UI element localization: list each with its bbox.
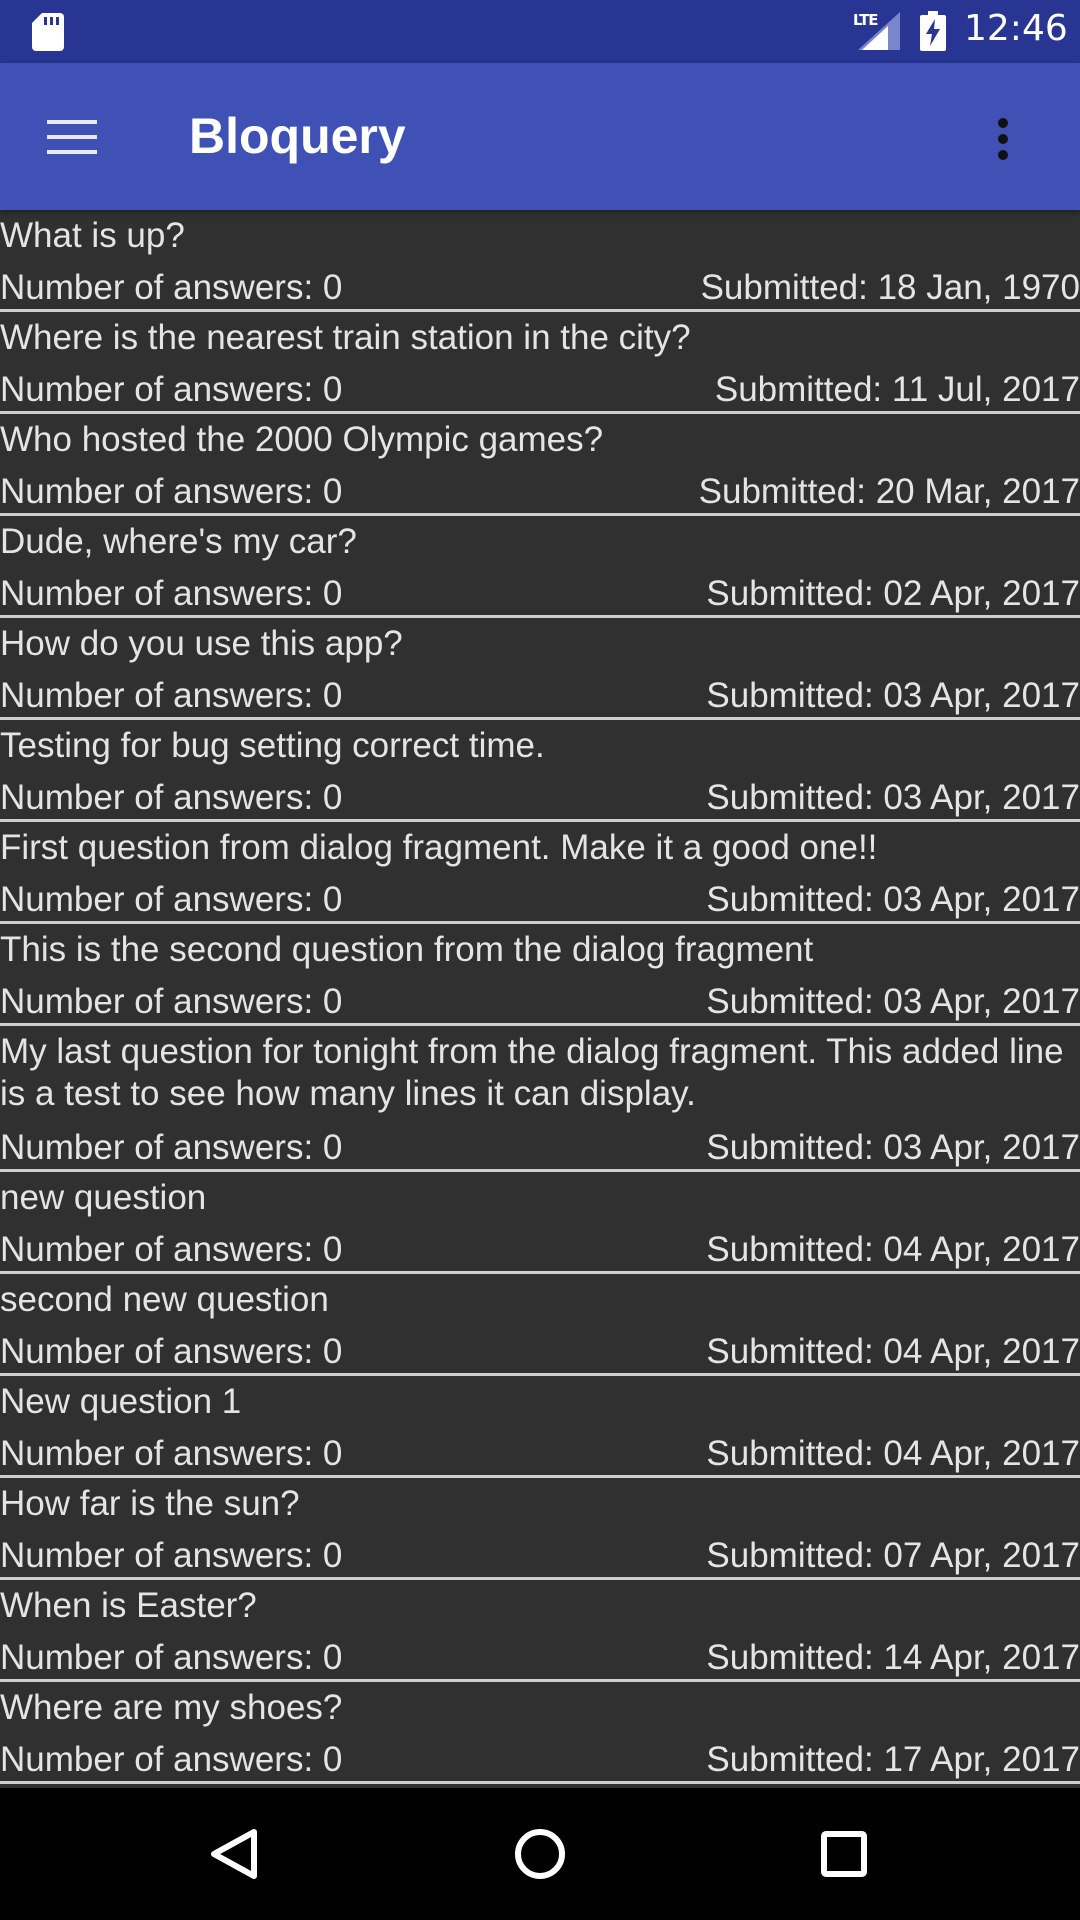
answer-count: Number of answers: 0 bbox=[0, 472, 343, 511]
app-bar: Bloquery bbox=[0, 63, 1080, 210]
overflow-menu-button[interactable] bbox=[980, 102, 1030, 172]
status-bar: LTE 12:46 bbox=[0, 0, 1080, 63]
submitted-date: Submitted: 03 Apr, 2017 bbox=[706, 982, 1080, 1021]
question-item[interactable]: Where is the nearest train station in th… bbox=[0, 312, 1080, 414]
clock: 12:46 bbox=[964, 8, 1068, 49]
answer-count: Number of answers: 0 bbox=[0, 574, 343, 613]
submitted-date: Submitted: 04 Apr, 2017 bbox=[706, 1434, 1080, 1473]
submitted-date: Submitted: 07 Apr, 2017 bbox=[706, 1536, 1080, 1575]
question-item[interactable]: Where are my shoes? Number of answers: 0… bbox=[0, 1682, 1080, 1784]
home-button[interactable] bbox=[500, 1814, 580, 1894]
question-item[interactable]: When is Easter? Number of answers: 0 Sub… bbox=[0, 1580, 1080, 1682]
question-text: Where is the nearest train station in th… bbox=[0, 318, 691, 357]
answer-count: Number of answers: 0 bbox=[0, 1332, 343, 1371]
answer-count: Number of answers: 0 bbox=[0, 1536, 343, 1575]
question-text: new question bbox=[0, 1178, 207, 1217]
answer-count: Number of answers: 0 bbox=[0, 880, 343, 919]
battery-charging-icon bbox=[920, 11, 946, 51]
question-text: This is the second question from the dia… bbox=[0, 930, 814, 969]
app-title: Bloquery bbox=[189, 108, 406, 164]
answer-count: Number of answers: 0 bbox=[0, 778, 343, 817]
submitted-date: Submitted: 04 Apr, 2017 bbox=[706, 1230, 1080, 1269]
question-item[interactable]: new question Number of answers: 0 Submit… bbox=[0, 1172, 1080, 1274]
question-text: Who hosted the 2000 Olympic games? bbox=[0, 420, 604, 459]
submitted-date: Submitted: 11 Jul, 2017 bbox=[714, 370, 1080, 409]
answer-count: Number of answers: 0 bbox=[0, 982, 343, 1021]
answer-count: Number of answers: 0 bbox=[0, 268, 343, 307]
question-item[interactable]: First question from dialog fragment. Mak… bbox=[0, 822, 1080, 924]
question-list[interactable]: What is up? Number of answers: 0 Submitt… bbox=[0, 210, 1080, 1788]
question-text: What is up? bbox=[0, 216, 185, 255]
question-text: My last question for tonight from the di… bbox=[0, 1032, 1064, 1113]
answer-count: Number of answers: 0 bbox=[0, 1128, 343, 1167]
sd-card-icon bbox=[32, 13, 64, 51]
navigation-bar bbox=[0, 1788, 1080, 1920]
question-text: How far is the sun? bbox=[0, 1484, 300, 1523]
question-item[interactable]: How do you use this app? Number of answe… bbox=[0, 618, 1080, 720]
question-text: First question from dialog fragment. Mak… bbox=[0, 828, 878, 867]
hamburger-menu-icon bbox=[47, 120, 97, 154]
submitted-date: Submitted: 17 Apr, 2017 bbox=[706, 1740, 1080, 1779]
submitted-date: Submitted: 03 Apr, 2017 bbox=[706, 880, 1080, 919]
answer-count: Number of answers: 0 bbox=[0, 1740, 343, 1779]
submitted-date: Submitted: 03 Apr, 2017 bbox=[706, 676, 1080, 715]
back-icon bbox=[211, 1829, 257, 1879]
question-item[interactable]: Testing for bug setting correct time. Nu… bbox=[0, 720, 1080, 822]
menu-button[interactable] bbox=[30, 102, 114, 172]
question-item[interactable]: Who hosted the 2000 Olympic games? Numbe… bbox=[0, 414, 1080, 516]
recents-icon bbox=[821, 1831, 867, 1877]
question-text: When is Easter? bbox=[0, 1586, 257, 1625]
question-item[interactable]: My last question for tonight from the di… bbox=[0, 1026, 1080, 1172]
question-item[interactable]: This is the second question from the dia… bbox=[0, 924, 1080, 1026]
more-vert-icon bbox=[998, 118, 1008, 160]
submitted-date: Submitted: 02 Apr, 2017 bbox=[706, 574, 1080, 613]
signal-icon bbox=[858, 12, 900, 50]
answer-count: Number of answers: 0 bbox=[0, 370, 343, 409]
question-text: New question 1 bbox=[0, 1382, 242, 1421]
question-text: Testing for bug setting correct time. bbox=[0, 726, 545, 765]
question-item[interactable]: second new question Number of answers: 0… bbox=[0, 1274, 1080, 1376]
recents-button[interactable] bbox=[804, 1814, 884, 1894]
answer-count: Number of answers: 0 bbox=[0, 1638, 343, 1677]
question-text: Dude, where's my car? bbox=[0, 522, 357, 561]
answer-count: Number of answers: 0 bbox=[0, 1434, 343, 1473]
question-text: Where are my shoes? bbox=[0, 1688, 343, 1727]
submitted-date: Submitted: 20 Mar, 2017 bbox=[698, 472, 1080, 511]
question-item[interactable]: Dude, where's my car? Number of answers:… bbox=[0, 516, 1080, 618]
answer-count: Number of answers: 0 bbox=[0, 1230, 343, 1269]
submitted-date: Submitted: 03 Apr, 2017 bbox=[706, 1128, 1080, 1167]
submitted-date: Submitted: 18 Jan, 1970 bbox=[700, 268, 1080, 307]
question-text: second new question bbox=[0, 1280, 329, 1319]
submitted-date: Submitted: 03 Apr, 2017 bbox=[706, 778, 1080, 817]
answer-count: Number of answers: 0 bbox=[0, 676, 343, 715]
question-item[interactable]: What is up? Number of answers: 0 Submitt… bbox=[0, 210, 1080, 312]
question-item[interactable]: How far is the sun? Number of answers: 0… bbox=[0, 1478, 1080, 1580]
submitted-date: Submitted: 14 Apr, 2017 bbox=[706, 1638, 1080, 1677]
home-icon bbox=[515, 1829, 565, 1879]
question-item[interactable]: New question 1 Number of answers: 0 Subm… bbox=[0, 1376, 1080, 1478]
submitted-date: Submitted: 04 Apr, 2017 bbox=[706, 1332, 1080, 1371]
back-button[interactable] bbox=[196, 1814, 276, 1894]
question-text: How do you use this app? bbox=[0, 624, 403, 663]
